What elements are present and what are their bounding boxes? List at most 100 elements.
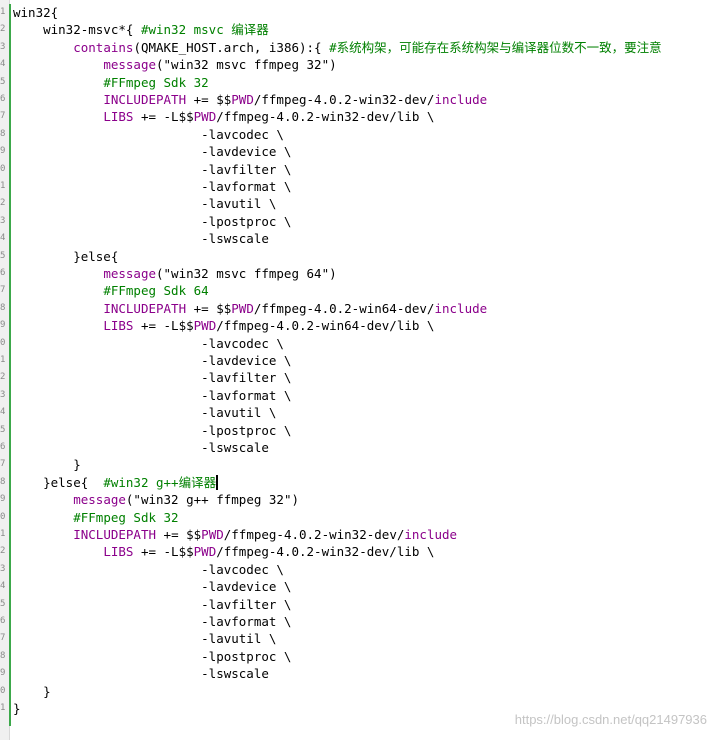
code-token-plain: -lavformat \	[13, 614, 292, 629]
code-line[interactable]: INCLUDEPATH += $$PWD/ffmpeg-4.0.2-win64-…	[13, 300, 487, 317]
line-number: 2	[0, 546, 6, 557]
code-line[interactable]: LIBS += -L$$PWD/ffmpeg-4.0.2-win64-dev/l…	[13, 317, 434, 334]
code-token-variable: LIBS	[103, 109, 134, 125]
code-token-comment: #系统构架，可能存在系统构架与编译器位数不一致，要注意	[329, 39, 662, 55]
code-line[interactable]: }	[13, 456, 81, 473]
code-line[interactable]: #FFmpeg Sdk 32	[13, 74, 209, 91]
code-line[interactable]: -lavfilter \	[13, 596, 291, 613]
code-token-keyword: message	[73, 492, 126, 508]
line-number: 1	[0, 355, 6, 365]
code-token-plain: /ffmpeg-4.0.2-win64-dev/	[253, 300, 435, 316]
code-token-plain: /ffmpeg-4.0.2-win64-dev/lib \	[216, 318, 435, 334]
code-token-variable: INCLUDEPATH	[103, 300, 187, 316]
code-line[interactable]: }	[13, 700, 21, 717]
code-line[interactable]: }	[13, 683, 51, 700]
line-number: 2	[0, 372, 6, 383]
code-line[interactable]: }else{	[13, 248, 118, 265]
line-number: 3	[0, 563, 6, 574]
code-token-plain: -lavfilter \	[13, 596, 292, 612]
code-token-plain: win32-msvc*{	[13, 22, 141, 38]
code-token-plain: win32{	[13, 5, 59, 20]
code-line[interactable]: -lavfilter \	[13, 161, 291, 178]
code-line[interactable]: win32-msvc*{ #win32 msvc 编译器	[13, 21, 269, 38]
code-line[interactable]: #FFmpeg Sdk 32	[13, 509, 178, 526]
line-number: 7	[0, 285, 6, 296]
code-line[interactable]: -lswscale	[13, 665, 269, 682]
code-token-plain: -lavfilter \	[13, 161, 292, 177]
code-line[interactable]: -lpostproc \	[13, 648, 291, 665]
code-token-plain: }	[13, 701, 21, 716]
line-number: 3	[0, 41, 6, 52]
code-editor[interactable]: 1 2 3 4 5 6 7 8 9 0 1 2 3 4 5 6 7 8 9 0 1 2 3 4 5 6 7 8 9 0 1 2 3 4 5 6 7 8 9 0…	[0, 0, 717, 740]
code-line[interactable]: -lavcodec \	[13, 335, 284, 352]
code-token-plain: -lavutil \	[13, 631, 277, 647]
code-line[interactable]: }else{ #win32 g++编译器	[13, 474, 219, 491]
code-line[interactable]: LIBS += -L$$PWD/ffmpeg-4.0.2-win32-dev/l…	[13, 543, 434, 560]
code-token-variable: PWD	[231, 92, 254, 107]
code-token-plain: -lpostproc \	[13, 422, 292, 438]
code-line[interactable]: -lswscale	[13, 230, 269, 247]
code-token-plain: -lavutil \	[13, 405, 277, 421]
code-line[interactable]: message("win32 msvc ffmpeg 64")	[13, 265, 336, 282]
code-line[interactable]: INCLUDEPATH += $$PWD/ffmpeg-4.0.2-win32-…	[13, 91, 487, 108]
line-number: 0	[0, 163, 6, 174]
code-line[interactable]: -lavutil \	[13, 630, 276, 647]
code-token-comment: #FFmpeg Sdk 32	[103, 74, 209, 90]
code-line[interactable]: -lavcodec \	[13, 561, 284, 578]
code-token-plain: /ffmpeg-4.0.2-win32-dev/	[223, 527, 405, 542]
line-number: 8	[0, 128, 6, 139]
code-token-keyword: include	[434, 300, 488, 316]
code-token-plain: }else{	[13, 474, 104, 490]
line-number: 1	[0, 7, 6, 17]
code-line[interactable]: -lavdevice \	[13, 143, 291, 160]
code-token-plain: -lavdevice \	[13, 579, 292, 595]
code-token-plain: -lavcodec \	[13, 335, 284, 351]
code-token-comment: #win32 g++编译器	[103, 474, 217, 490]
code-token-plain: -lavfilter \	[13, 370, 292, 386]
line-number: 4	[0, 407, 6, 418]
line-number: 0	[0, 511, 6, 522]
code-token-variable: INCLUDEPATH	[103, 92, 187, 107]
code-line[interactable]: -lavutil \	[13, 404, 276, 421]
line-number: 6	[0, 94, 6, 104]
code-line[interactable]: LIBS += -L$$PWD/ffmpeg-4.0.2-win32-dev/l…	[13, 108, 434, 125]
line-number: 5	[0, 424, 6, 435]
code-line[interactable]: -lavformat \	[13, 387, 291, 404]
code-line[interactable]: message("win32 g++ ffmpeg 32")	[13, 491, 299, 508]
code-line[interactable]: -lavformat \	[13, 613, 291, 630]
code-line[interactable]: -lavutil \	[13, 195, 276, 212]
code-token-plain: -lavdevice \	[13, 353, 292, 368]
fold-indicator-bar[interactable]	[9, 4, 11, 726]
code-line[interactable]: -lavdevice \	[13, 578, 291, 595]
code-token-plain: -lavcodec \	[13, 561, 284, 577]
code-line[interactable]: -lpostproc \	[13, 213, 291, 230]
line-number: 4	[0, 233, 6, 244]
code-token-keyword: message	[103, 57, 156, 73]
line-number: 4	[0, 581, 6, 592]
code-line[interactable]: -lpostproc \	[13, 422, 291, 439]
code-token-plain: += $$	[156, 527, 202, 542]
code-line[interactable]: message("win32 msvc ffmpeg 32")	[13, 56, 336, 73]
code-line[interactable]: -lavcodec \	[13, 126, 284, 143]
code-line[interactable]: contains(QMAKE_HOST.arch, i386):{ #系统构架，…	[13, 39, 662, 56]
code-line[interactable]: -lavformat \	[13, 178, 291, 195]
code-token-plain: += -L$$	[133, 544, 194, 560]
code-line[interactable]: -lswscale	[13, 439, 269, 456]
code-line[interactable]: win32{	[13, 4, 58, 21]
line-number: 7	[0, 459, 6, 470]
code-line[interactable]: #FFmpeg Sdk 64	[13, 282, 208, 299]
line-number: 1	[0, 529, 6, 539]
code-line[interactable]: INCLUDEPATH += $$PWD/ffmpeg-4.0.2-win32-…	[13, 526, 457, 543]
code-line[interactable]: -lavfilter \	[13, 369, 291, 386]
line-number: 7	[0, 633, 6, 644]
code-token-plain: -lavformat \	[13, 387, 292, 403]
code-line[interactable]: -lavdevice \	[13, 352, 291, 369]
code-token-plain: += $$	[186, 92, 232, 107]
